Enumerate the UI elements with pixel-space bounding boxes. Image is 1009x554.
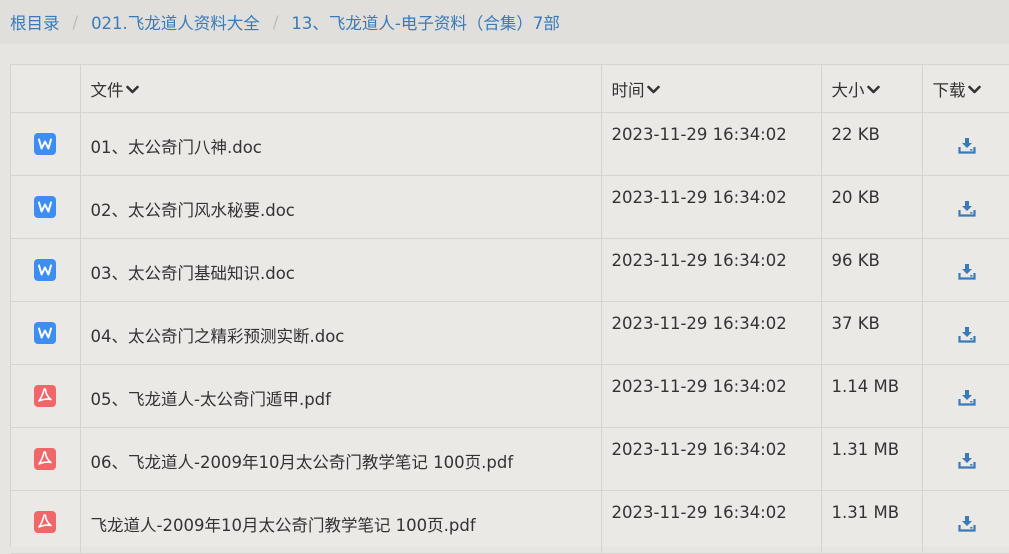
table-row: 04、太公奇门之精彩预测实断.doc 2023-11-29 16:34:02 3… [11, 301, 1009, 365]
file-type-cell [11, 175, 81, 239]
header-download[interactable]: 下载 [922, 65, 1009, 113]
file-size: 96 KB [831, 250, 880, 270]
table-row: 05、飞龙道人-太公奇门遁甲.pdf 2023-11-29 16:34:02 1… [11, 364, 1009, 428]
file-name-cell: 飞龙道人-2009年10月太公奇门教学笔记 100页.pdf [80, 490, 602, 554]
file-time-cell: 2023-11-29 16:34:02 [601, 490, 822, 554]
breadcrumb-root[interactable]: 根目录 [10, 10, 60, 34]
file-time-cell: 2023-11-29 16:34:02 [601, 427, 822, 491]
download-cell [922, 238, 1009, 302]
file-name-link[interactable]: 06、飞龙道人-2009年10月太公奇门教学笔记 100页.pdf [91, 453, 514, 472]
breadcrumb: 根目录 / 021.飞龙道人资料大全 / 13、飞龙道人-电子资料（合集）7部 [0, 0, 1009, 44]
file-time-cell: 2023-11-29 16:34:02 [601, 175, 822, 239]
file-time-cell: 2023-11-29 16:34:02 [601, 301, 822, 365]
chevron-down-icon[interactable] [125, 84, 139, 99]
file-time-cell: 2023-11-29 16:34:02 [601, 364, 822, 428]
download-cell [922, 427, 1009, 491]
download-cell [922, 364, 1009, 428]
header-time-label[interactable]: 时间 [612, 81, 645, 100]
file-time: 2023-11-29 16:34:02 [611, 124, 787, 144]
download-cell [922, 490, 1009, 554]
file-size: 1.31 MB [831, 502, 900, 522]
chevron-down-icon[interactable] [866, 84, 880, 99]
download-icon[interactable] [957, 200, 976, 221]
table-row: 01、太公奇门八神.doc 2023-11-29 16:34:02 22 KB [11, 112, 1009, 176]
chevron-down-icon[interactable] [967, 84, 981, 99]
breadcrumb-current[interactable]: 13、飞龙道人-电子资料（合集）7部 [291, 10, 559, 34]
header-size-label[interactable]: 大小 [832, 81, 865, 100]
file-size-cell: 22 KB [821, 112, 923, 176]
file-time: 2023-11-29 16:34:02 [611, 250, 787, 270]
file-size-cell: 20 KB [821, 175, 923, 239]
download-icon[interactable] [957, 452, 976, 473]
file-name-cell: 01、太公奇门八神.doc [80, 112, 602, 176]
file-name-cell: 03、太公奇门基础知识.doc [80, 238, 602, 302]
table-header-row: 文件 时间 大小 下载 [11, 65, 1009, 113]
breadcrumb-folder[interactable]: 021.飞龙道人资料大全 [91, 10, 260, 34]
file-name-link[interactable]: 05、飞龙道人-太公奇门遁甲.pdf [91, 390, 331, 409]
pdf-icon [34, 510, 57, 533]
file-time: 2023-11-29 16:34:02 [611, 439, 787, 459]
download-cell [922, 112, 1009, 176]
download-icon[interactable] [957, 263, 976, 284]
file-table: 文件 时间 大小 下载 01、太公奇门八神.doc 2023-11-29 16:… [11, 65, 1009, 554]
word-doc-icon [34, 258, 57, 281]
file-size: 1.31 MB [831, 439, 900, 459]
download-icon[interactable] [957, 389, 976, 410]
file-name-link[interactable]: 03、太公奇门基础知识.doc [91, 264, 295, 283]
file-type-cell [11, 490, 81, 554]
file-name-link[interactable]: 02、太公奇门风水秘要.doc [91, 201, 295, 220]
header-icon-col [11, 65, 81, 113]
file-table-container: 文件 时间 大小 下载 01、太公奇门八神.doc 2023-11-29 16:… [10, 64, 1009, 554]
file-size-cell: 1.14 MB [821, 364, 923, 428]
file-name-link[interactable]: 04、太公奇门之精彩预测实断.doc [91, 327, 345, 346]
file-name-link[interactable]: 飞龙道人-2009年10月太公奇门教学笔记 100页.pdf [91, 516, 476, 535]
header-time[interactable]: 时间 [601, 65, 822, 113]
breadcrumb-separator: / [272, 12, 279, 32]
file-type-cell [11, 238, 81, 302]
download-icon[interactable] [957, 326, 976, 347]
download-cell [922, 175, 1009, 239]
file-type-cell [11, 112, 81, 176]
file-time: 2023-11-29 16:34:02 [611, 187, 787, 207]
header-download-label[interactable]: 下载 [933, 81, 966, 100]
pdf-icon [34, 384, 57, 407]
header-name[interactable]: 文件 [80, 65, 602, 113]
file-size: 1.14 MB [831, 376, 900, 396]
file-type-cell [11, 427, 81, 491]
chevron-down-icon[interactable] [646, 84, 660, 99]
file-time-cell: 2023-11-29 16:34:02 [601, 112, 822, 176]
table-row: 飞龙道人-2009年10月太公奇门教学笔记 100页.pdf 2023-11-2… [11, 490, 1009, 554]
header-size[interactable]: 大小 [821, 65, 923, 113]
file-size: 37 KB [831, 313, 880, 333]
header-name-label[interactable]: 文件 [91, 81, 124, 100]
file-size: 22 KB [831, 124, 880, 144]
breadcrumb-separator: / [72, 12, 79, 32]
file-size-cell: 1.31 MB [821, 490, 923, 554]
pdf-icon [34, 447, 57, 470]
file-time: 2023-11-29 16:34:02 [611, 376, 787, 396]
file-time: 2023-11-29 16:34:02 [611, 502, 787, 522]
file-time-cell: 2023-11-29 16:34:02 [601, 238, 822, 302]
file-size: 20 KB [831, 187, 880, 207]
table-row: 02、太公奇门风水秘要.doc 2023-11-29 16:34:02 20 K… [11, 175, 1009, 239]
file-name-cell: 05、飞龙道人-太公奇门遁甲.pdf [80, 364, 602, 428]
file-size-cell: 96 KB [821, 238, 923, 302]
file-name-cell: 04、太公奇门之精彩预测实断.doc [80, 301, 602, 365]
table-row: 06、飞龙道人-2009年10月太公奇门教学笔记 100页.pdf 2023-1… [11, 427, 1009, 491]
file-type-cell [11, 301, 81, 365]
download-cell [922, 301, 1009, 365]
download-icon[interactable] [957, 515, 976, 536]
file-name-cell: 02、太公奇门风水秘要.doc [80, 175, 602, 239]
word-doc-icon [34, 195, 57, 218]
word-doc-icon [34, 321, 57, 344]
file-type-cell [11, 364, 81, 428]
file-time: 2023-11-29 16:34:02 [611, 313, 787, 333]
file-size-cell: 37 KB [821, 301, 923, 365]
file-name-cell: 06、飞龙道人-2009年10月太公奇门教学笔记 100页.pdf [80, 427, 602, 491]
download-icon[interactable] [957, 137, 976, 158]
word-doc-icon [34, 132, 57, 155]
table-row: 03、太公奇门基础知识.doc 2023-11-29 16:34:02 96 K… [11, 238, 1009, 302]
file-size-cell: 1.31 MB [821, 427, 923, 491]
file-name-link[interactable]: 01、太公奇门八神.doc [91, 138, 262, 157]
